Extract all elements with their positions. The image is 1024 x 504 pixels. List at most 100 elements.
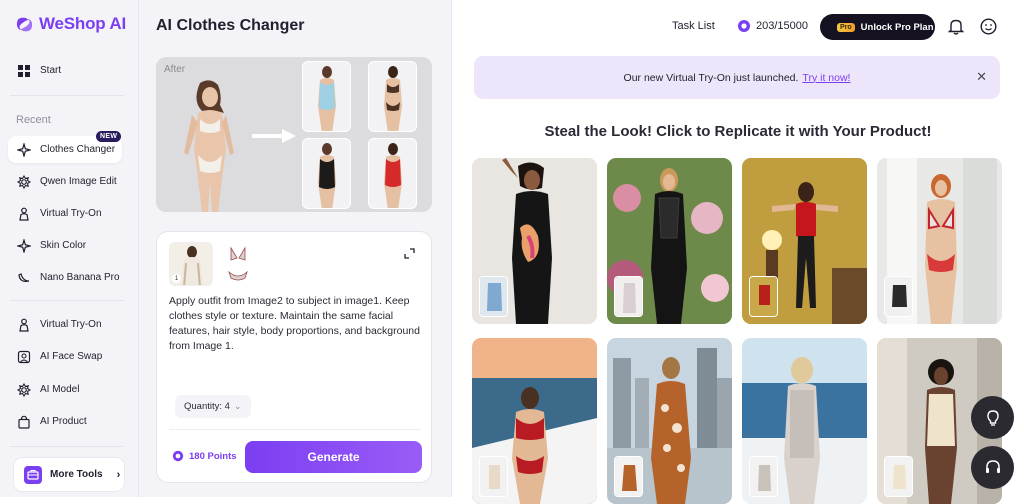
more-tools-label: More Tools bbox=[50, 469, 103, 480]
sidebar-item-label: AI Face Swap bbox=[40, 351, 103, 362]
page-title: AI Clothes Changer bbox=[156, 17, 305, 34]
new-badge: NEW bbox=[96, 131, 122, 142]
card-divider bbox=[169, 429, 421, 430]
sidebar-item-virtual-try-on[interactable]: Virtual Try-On bbox=[8, 200, 122, 227]
headset-icon bbox=[985, 459, 1000, 473]
outfit-thumbnail-image bbox=[384, 143, 402, 208]
sparkle-icon bbox=[17, 238, 31, 253]
gallery-card[interactable] bbox=[877, 158, 1002, 324]
sidebar-item-label: AI Product bbox=[40, 416, 87, 427]
gallery-card[interactable] bbox=[607, 158, 732, 324]
main-content: Task List 203/15000 Pro Unlock Pro Plan … bbox=[452, 0, 1024, 504]
sidebar-item-label: Nano Banana Pro bbox=[40, 272, 120, 283]
sidebar-item-ai-face-swap[interactable]: AI Face Swap bbox=[8, 343, 122, 370]
reference-image-2-picture bbox=[228, 246, 248, 281]
reference-image-1[interactable]: 1 bbox=[169, 242, 213, 286]
arrow-right-icon bbox=[252, 129, 296, 143]
toolbox-icon bbox=[24, 465, 42, 484]
outfit-thumbnail[interactable] bbox=[368, 61, 417, 132]
sidebar-item-label: Start bbox=[40, 65, 62, 76]
product-thumbnail bbox=[884, 456, 913, 497]
product-thumbnail bbox=[614, 276, 643, 317]
brand-logo[interactable]: WeShop AI bbox=[15, 14, 126, 34]
chevron-right-icon: › bbox=[116, 468, 121, 481]
credits-counter[interactable]: 203/15000 bbox=[737, 19, 808, 33]
sidebar-item-label: Qwen Image Edit bbox=[40, 176, 117, 187]
gallery-card[interactable] bbox=[742, 338, 867, 504]
gallery-card[interactable] bbox=[607, 338, 732, 504]
product-thumbnail-image bbox=[615, 277, 642, 316]
chevron-down-icon: ⌄ bbox=[233, 401, 242, 411]
product-thumbnail bbox=[479, 276, 508, 317]
outfit-thumbnail[interactable] bbox=[302, 61, 351, 132]
bag-icon bbox=[17, 415, 31, 429]
bell-icon[interactable] bbox=[948, 18, 964, 35]
reference-index-badge: 1 bbox=[172, 274, 181, 283]
product-thumbnail-image bbox=[750, 277, 777, 316]
reference-image-2[interactable] bbox=[223, 242, 253, 286]
outfit-thumbnail-image bbox=[384, 66, 402, 131]
prompt-textarea[interactable]: Apply outfit from Image2 to subject in i… bbox=[169, 294, 427, 354]
expand-icon[interactable] bbox=[404, 248, 415, 259]
lightbulb-button[interactable] bbox=[971, 396, 1014, 439]
quantity-label: Quantity: 4 bbox=[184, 401, 230, 412]
sidebar-item-virtual-try-on-tool[interactable]: Virtual Try-On bbox=[8, 311, 122, 338]
sidebar-divider bbox=[10, 95, 124, 96]
sidebar-item-ai-product[interactable]: AI Product bbox=[8, 408, 122, 435]
try-it-now-link[interactable]: Try it now! bbox=[802, 72, 850, 84]
sidebar-item-label: Virtual Try-On bbox=[40, 208, 102, 219]
sidebar-item-start[interactable]: Start bbox=[8, 57, 122, 84]
profile-icon[interactable] bbox=[980, 18, 997, 35]
gallery-card[interactable] bbox=[472, 338, 597, 504]
unlock-pro-label: Unlock Pro Plan bbox=[860, 21, 934, 33]
outfit-thumbnail-image bbox=[318, 143, 336, 208]
gallery-title: Steal the Look! Click to Replicate it wi… bbox=[544, 123, 932, 140]
sidebar-item-label: Skin Color bbox=[40, 240, 87, 251]
gallery-card[interactable] bbox=[742, 158, 867, 324]
sidebar-item-qwen-image-edit[interactable]: Qwen Image Edit bbox=[8, 168, 122, 195]
sidebar-item-skin-color[interactable]: Skin Color bbox=[8, 232, 122, 259]
support-button[interactable] bbox=[971, 446, 1014, 489]
sidebar: WeShop AI Start Recent Clothes Changer N… bbox=[0, 0, 139, 497]
product-thumbnail bbox=[749, 456, 778, 497]
unlock-pro-button[interactable]: Pro Unlock Pro Plan bbox=[820, 14, 935, 40]
outfit-thumbnail[interactable] bbox=[368, 138, 417, 209]
brand-name: WeShop AI bbox=[39, 14, 126, 33]
product-thumbnail-image bbox=[885, 277, 912, 316]
outfit-thumbnail[interactable] bbox=[302, 138, 351, 209]
more-tools-button[interactable]: More Tools › bbox=[13, 457, 125, 492]
generate-button[interactable]: Generate bbox=[245, 441, 422, 473]
sidebar-divider bbox=[10, 446, 124, 447]
points-icon bbox=[172, 450, 184, 462]
model-image bbox=[184, 80, 234, 212]
product-thumbnail-image bbox=[480, 277, 507, 316]
sidebar-item-label: AI Model bbox=[40, 384, 80, 395]
sidebar-item-label: Virtual Try-On bbox=[40, 319, 102, 330]
gallery-card[interactable] bbox=[472, 158, 597, 324]
close-icon[interactable]: ✕ bbox=[976, 69, 987, 85]
points-cost: 180 Points bbox=[172, 450, 237, 462]
product-thumbnail-image bbox=[615, 457, 642, 496]
sidebar-item-ai-model[interactable]: AI Model bbox=[8, 376, 122, 403]
credits-value: 203/15000 bbox=[756, 20, 808, 32]
product-thumbnail-image bbox=[750, 457, 777, 496]
after-label: After bbox=[164, 64, 186, 75]
lightbulb-icon bbox=[986, 409, 999, 426]
product-thumbnail-image bbox=[480, 457, 507, 496]
sidebar-item-label: Clothes Changer bbox=[40, 144, 116, 155]
product-thumbnail bbox=[479, 456, 508, 497]
product-thumbnail bbox=[884, 276, 913, 317]
sidebar-item-nano-banana-pro[interactable]: Nano Banana Pro bbox=[8, 264, 122, 291]
gear-flower-icon bbox=[17, 174, 31, 189]
grid-icon bbox=[17, 64, 31, 78]
outfit-thumbnail-image bbox=[318, 66, 336, 131]
gear-flower-icon bbox=[17, 382, 31, 397]
announcement-banner: Our new Virtual Try-On just launched. Tr… bbox=[474, 56, 1000, 99]
sparkle-icon bbox=[17, 142, 31, 157]
result-preview: After bbox=[156, 57, 432, 212]
quantity-select[interactable]: Quantity: 4 ⌄ bbox=[175, 395, 251, 418]
person-icon bbox=[17, 318, 31, 332]
task-list-link[interactable]: Task List bbox=[672, 20, 715, 32]
product-thumbnail-image bbox=[885, 457, 912, 496]
product-thumbnail bbox=[749, 276, 778, 317]
